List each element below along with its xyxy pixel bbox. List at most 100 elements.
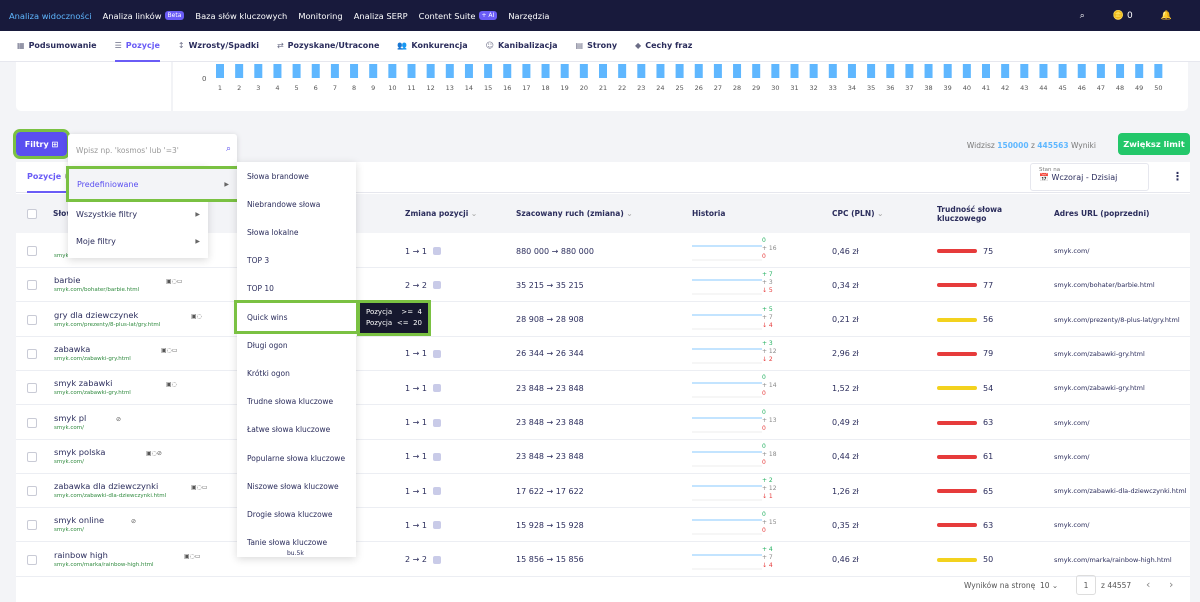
tab-strony[interactable]: ▤ Strony [576,31,618,62]
chart-bar[interactable] [752,64,761,78]
serp-preview-icon[interactable] [432,521,441,530]
keyword[interactable]: smyk zabawki [54,378,112,388]
header-cpc[interactable]: CPC (PLN) ⌄ [832,194,883,233]
chart-bar[interactable] [828,64,837,78]
chart-bar[interactable] [809,64,818,78]
table-row[interactable]: zabawka smyk.com/zabawki-gry.html ▣◌▭ 1 → 1… [16,337,1190,371]
keyword[interactable]: smyk online [54,515,104,525]
select-all-checkbox[interactable] [27,194,37,233]
predefined-filter-item[interactable]: TOP 3 [237,247,356,275]
serp-preview-icon[interactable] [432,384,441,393]
chart-bar[interactable] [924,64,933,78]
keyword-url[interactable]: smyk.com/prezenty/8-plus-lat/gry.html [54,322,160,328]
chart-bar[interactable] [426,64,435,78]
chart-bar[interactable] [733,64,742,78]
chart-bar[interactable] [943,64,952,78]
serp-preview-icon[interactable] [432,555,441,564]
chart-bar[interactable] [962,64,971,78]
keyword-url[interactable]: smyk.com/marka/rainbow-high.html [54,562,154,568]
nav-analiza-linkow[interactable]: Analiza linków Beta [103,11,185,21]
serp-preview-icon[interactable] [432,452,441,461]
keyword[interactable]: rainbow high [54,550,108,560]
keyword[interactable]: smyk pl [54,413,86,423]
nav-monitoring[interactable]: Monitoring [298,11,342,21]
chart-bar[interactable] [484,64,493,78]
serp-preview-icon[interactable] [432,487,441,496]
tab-wzrosty-spadki[interactable]: ↕ Wzrosty/Spadki [178,31,259,62]
table-row[interactable]: smyk zabawki smyk.com/zabawki-gry.html ▣◌ 1… [16,371,1190,406]
tab-konkurencja[interactable]: 👥 Konkurencja [397,31,467,62]
filter-search-input[interactable]: Wpisz np. 'kosmos' lub '=3' [76,146,179,155]
chart-bar[interactable] [464,64,473,78]
chart-bar[interactable] [1077,64,1086,78]
chart-bar[interactable] [1116,64,1125,78]
table-row[interactable]: gry dla dziewczynek smyk.com/prezenty/8-p… [16,303,1190,337]
nav-analiza-widocznosci[interactable]: Analiza widoczności [9,11,92,21]
chart-bar[interactable] [694,64,703,78]
menu-item-wszystkie[interactable]: Wszystkie filtry ▶ [68,200,208,228]
chart-bar[interactable] [1020,64,1029,78]
chart-bar[interactable] [1039,64,1048,78]
predefined-filter-item[interactable]: Słowa lokalne [237,218,356,246]
predefined-filter-item[interactable]: Krótki ogon [237,359,356,387]
chart-bar[interactable] [982,64,990,78]
tab-kanibalizacja[interactable]: ☺ Kanibalizacja [486,31,558,62]
row-checkbox[interactable] [27,520,37,531]
predefined-filter-item[interactable]: Łatwe słowa kluczowe [237,416,356,444]
keyword-url[interactable]: smyk.com/ [54,425,84,431]
coins-indicator[interactable]: 🪙 0 [1113,11,1133,21]
nav-content-suite[interactable]: Content Suite + AI [419,11,498,21]
keyword-url[interactable]: smyk.com/ [54,527,84,533]
keyword-url[interactable]: smyk.com/zabawki-dla-dziewczynki.html [54,493,166,499]
chart-bar[interactable] [503,64,512,78]
chart-bar[interactable] [618,64,627,78]
previous-url[interactable]: smyk.com/ [1054,440,1089,474]
keyword[interactable]: zabawka dla dziewczynki [54,481,158,491]
predefined-filter-item[interactable]: Długi ogon [237,331,356,359]
chart-bar[interactable] [1096,64,1105,78]
table-row[interactable]: barbie smyk.com/bohater/barbie.html ▣◌▭ 2 →… [16,268,1190,303]
nav-analiza-serp[interactable]: Analiza SERP [354,11,408,21]
header-url[interactable]: Adres URL (poprzedni) [1054,194,1149,233]
chart-bar[interactable] [886,64,895,78]
chart-bar[interactable] [1135,64,1144,78]
keyword[interactable]: zabawka [54,344,90,354]
serp-preview-icon[interactable] [432,247,441,255]
previous-url[interactable]: smyk.com/ [1054,234,1089,268]
chart-bar[interactable] [713,64,722,78]
nav-baza-slow[interactable]: Baza słów kluczowych [195,11,287,21]
tab-pozyskane-utracone[interactable]: ⇄ Pozyskane/Utracone [277,31,379,62]
chart-bar[interactable] [522,64,531,78]
chart-bar[interactable] [847,64,856,78]
chart-bar[interactable] [407,64,416,78]
chart-bar[interactable] [292,64,301,78]
header-pos-change[interactable]: Zmiana pozycji ⌄ [405,194,477,233]
chart-bar[interactable] [1001,64,1010,78]
chart-bar[interactable] [273,64,282,78]
chart-bar[interactable] [445,64,454,78]
predefined-filter-item[interactable]: Niszowe słowa kluczowe [237,472,356,500]
header-difficulty[interactable]: Trudność słowa kluczowego [937,194,1017,233]
chart-bar[interactable] [771,64,780,78]
tab-podsumowanie[interactable]: ▦ Podsumowanie [17,31,97,62]
filters-button[interactable]: Filtry ⊞ [13,129,70,159]
tab-cechy-fraz[interactable]: ◆ Cechy fraz [635,31,692,62]
table-row[interactable]: smyk online smyk.com/ ⊘ 1 → 1 15 928 → 15 92… [16,508,1190,543]
prev-page-icon[interactable]: ‹ [1146,578,1150,591]
chart-bar[interactable] [235,64,244,78]
previous-url[interactable]: smyk.com/bohater/barbie.html [1054,268,1155,302]
predefined-filter-item[interactable]: Quick wins [234,300,359,334]
row-checkbox[interactable] [27,451,37,462]
predefined-filter-item[interactable]: Niebrandowe słowa [237,190,356,218]
tab-pozycje-table[interactable]: Pozycjeⓘ [27,162,74,193]
date-range-select[interactable]: Stan na 📅 Wczoraj - Dzisiaj [1030,163,1149,191]
page-input[interactable]: 1 [1076,575,1096,595]
serp-preview-icon[interactable] [432,281,441,290]
row-checkbox[interactable] [27,383,37,394]
search-icon[interactable]: ⌕ [226,144,231,154]
predefined-filter-item[interactable]: Popularne słowa kluczowe [237,444,356,472]
predefined-filter-item[interactable]: Drogie słowa kluczowe [237,500,356,528]
previous-url[interactable]: smyk.com/zabawki-gry.html [1054,337,1145,371]
chart-bar[interactable] [637,64,646,78]
keyword-url[interactable]: smyk.com/zabawki-gry.html [54,356,131,362]
